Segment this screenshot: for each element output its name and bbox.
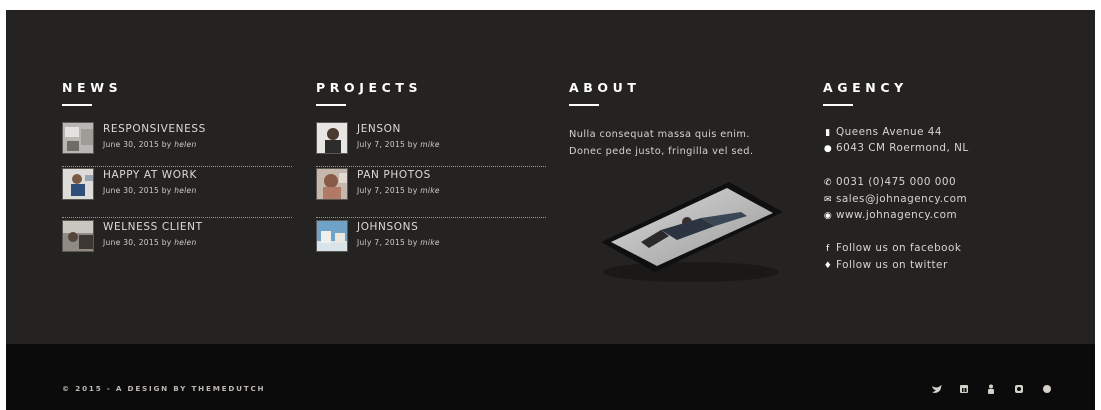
news-item-meta: June 30, 2015 by helen (103, 140, 197, 149)
news-heading-underline (62, 104, 92, 106)
about-text: Nulla consequat massa quis enim. Donec p… (569, 126, 809, 160)
project-item-title[interactable]: JOHNSONS (357, 221, 418, 233)
project-thumbnail[interactable] (316, 122, 348, 154)
agency-heading-underline (823, 104, 853, 106)
news-item-author[interactable]: helen (174, 140, 196, 149)
agency-website[interactable]: ◉ www.johnagency.com (823, 209, 957, 221)
location-icon: ● (823, 144, 833, 154)
project-item-meta: July 7, 2015 by mike (357, 238, 440, 247)
project-item-johnsons[interactable]: JOHNSONS July 7, 2015 by mike (316, 220, 546, 262)
user-icon[interactable] (984, 382, 998, 396)
agency-email[interactable]: ✉ sales@johnagency.com (823, 193, 967, 205)
project-item-author[interactable]: mike (420, 140, 440, 149)
project-item-author[interactable]: mike (420, 186, 440, 195)
project-item-meta: July 7, 2015 by mike (357, 140, 440, 149)
news-item-date: June 30, 2015 by (103, 238, 172, 247)
tablet-image (591, 180, 791, 290)
news-thumbnail[interactable] (62, 168, 94, 200)
project-item-date: July 7, 2015 by (357, 186, 418, 195)
news-item-meta: June 30, 2015 by helen (103, 186, 197, 195)
about-heading-underline (569, 104, 599, 106)
project-item-date: July 7, 2015 by (357, 140, 418, 149)
dribbble-icon[interactable] (1040, 382, 1054, 396)
project-item-title[interactable]: PAN PHOTOS (357, 169, 431, 181)
twitter-icon: ♦ (823, 261, 833, 271)
footer-widgets: NEWS RESPONSIVENESS June 30, 2015 by hel… (6, 10, 1095, 344)
news-item-responsiveness[interactable]: RESPONSIVENESS June 30, 2015 by helen (62, 122, 292, 164)
facebook-link[interactable]: f Follow us on facebook (823, 242, 961, 254)
news-item-happy-at-work[interactable]: HAPPY AT WORK June 30, 2015 by helen (62, 168, 292, 210)
news-item-welness-client[interactable]: WELNESS CLIENT June 30, 2015 by helen (62, 220, 292, 262)
news-thumbnail[interactable] (62, 122, 94, 154)
projects-divider (316, 166, 546, 167)
social-icons (926, 382, 1056, 396)
news-divider (62, 166, 292, 167)
agency-phone[interactable]: ✆ 0031 (0)475 000 000 (823, 176, 956, 188)
news-item-date: June 30, 2015 by (103, 186, 172, 195)
news-divider (62, 217, 292, 218)
news-item-date: June 30, 2015 by (103, 140, 172, 149)
about-text-line-2: Donec pede justo, fringilla vel sed. (569, 146, 754, 157)
news-item-title[interactable]: WELNESS CLIENT (103, 221, 203, 233)
projects-heading: PROJECTS (316, 80, 423, 95)
project-item-pan-photos[interactable]: PAN PHOTOS July 7, 2015 by mike (316, 168, 546, 210)
project-item-jenson[interactable]: JENSON July 7, 2015 by mike (316, 122, 546, 164)
page-frame: NEWS RESPONSIVENESS June 30, 2015 by hel… (0, 0, 1101, 410)
news-item-author[interactable]: helen (174, 186, 196, 195)
news-item-meta: June 30, 2015 by helen (103, 238, 197, 247)
agency-address-city: ● 6043 CM Roermond, NL (823, 142, 969, 154)
news-item-title[interactable]: RESPONSIVENESS (103, 123, 206, 135)
copyright-text: © 2015 - A DESIGN BY THEMEDUTCH (62, 384, 266, 393)
projects-heading-underline (316, 104, 346, 106)
twitter-icon[interactable] (930, 382, 944, 396)
project-item-date: July 7, 2015 by (357, 238, 418, 247)
about-heading: ABOUT (569, 80, 641, 95)
project-thumbnail[interactable] (316, 168, 348, 200)
project-item-title[interactable]: JENSON (357, 123, 401, 135)
news-item-title[interactable]: HAPPY AT WORK (103, 169, 197, 181)
news-item-author[interactable]: helen (174, 238, 196, 247)
facebook-icon: f (826, 244, 830, 254)
twitter-link[interactable]: ♦ Follow us on twitter (823, 259, 948, 271)
project-item-meta: July 7, 2015 by mike (357, 186, 440, 195)
agency-address-street: ▮ Queens Avenue 44 (823, 126, 942, 138)
phone-icon: ✆ (823, 178, 833, 188)
building-icon: ▮ (825, 128, 831, 138)
project-item-author[interactable]: mike (420, 238, 440, 247)
linkedin-icon[interactable] (957, 382, 971, 396)
instagram-icon[interactable] (1012, 382, 1026, 396)
projects-divider (316, 217, 546, 218)
news-heading: NEWS (62, 80, 123, 95)
footer-bar: © 2015 - A DESIGN BY THEMEDUTCH (6, 344, 1095, 410)
agency-heading: AGENCY (823, 80, 908, 95)
envelope-icon: ✉ (823, 195, 833, 205)
globe-icon: ◉ (823, 211, 833, 221)
about-text-line-1: Nulla consequat massa quis enim. (569, 129, 750, 140)
project-thumbnail[interactable] (316, 220, 348, 252)
news-thumbnail[interactable] (62, 220, 94, 252)
